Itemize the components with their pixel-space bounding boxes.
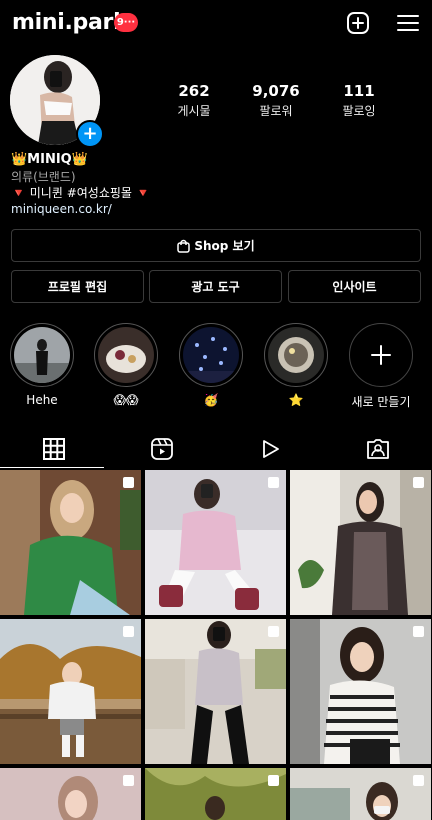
post-thumbnail[interactable] (0, 768, 141, 820)
highlight-star[interactable]: ⭐ (264, 323, 328, 407)
post-thumbnail[interactable] (0, 619, 141, 764)
multi-post-icon (268, 477, 279, 488)
menu-button[interactable] (395, 10, 421, 36)
ad-tools-button[interactable]: 광고 도구 (149, 270, 282, 303)
followers-count: 9,076 (252, 82, 300, 100)
insights-button[interactable]: 인사이트 (288, 270, 421, 303)
edit-profile-button[interactable]: 프로필 편집 (11, 270, 144, 303)
stat-following[interactable]: 111 팔로잉 (314, 82, 404, 119)
tab-tagged[interactable] (324, 432, 432, 466)
multi-post-icon (123, 775, 134, 786)
plus-square-icon (347, 12, 369, 34)
post-thumbnail[interactable] (290, 470, 431, 615)
post-thumbnail[interactable] (145, 470, 286, 615)
following-count: 111 (343, 82, 375, 100)
stat-followers[interactable]: 9,076 팔로워 (231, 82, 321, 119)
multi-post-icon (123, 477, 134, 488)
tab-grid[interactable] (0, 432, 108, 466)
highlight-cover (264, 323, 328, 387)
highlight-label: 🥳 (203, 393, 219, 407)
video-play-icon (263, 440, 279, 458)
tab-reels[interactable] (108, 432, 216, 466)
post-thumbnail[interactable] (290, 768, 431, 820)
multi-post-icon (268, 626, 279, 637)
highlight-cover (94, 323, 158, 387)
highlight-cover (10, 323, 74, 387)
posts-label: 게시물 (177, 104, 211, 118)
notification-badge[interactable]: 9··· (114, 13, 138, 32)
highlight-label: 😱😱 (113, 393, 139, 407)
new-post-button[interactable] (345, 10, 371, 36)
plus-icon: + (82, 123, 98, 144)
hamburger-menu-icon (397, 15, 419, 31)
stat-posts[interactable]: 262 게시물 (149, 82, 239, 119)
bio-text: 🔻 미니퀸 #여성쇼핑몰 🔻 (11, 186, 151, 200)
profile-username[interactable]: mini.park (12, 10, 128, 35)
bio-link[interactable]: miniqueen.co.kr/ (11, 202, 112, 216)
multi-post-icon (413, 626, 424, 637)
post-thumbnail[interactable] (145, 619, 286, 764)
reels-icon (151, 438, 173, 460)
shop-button[interactable]: Shop 보기 (11, 229, 421, 262)
posts-count: 262 (178, 82, 210, 100)
highlight-label: Hehe (26, 393, 58, 407)
tab-videos[interactable] (216, 432, 324, 466)
highlight-add (349, 323, 413, 387)
post-thumbnail[interactable] (0, 470, 141, 615)
add-story-button[interactable]: + (76, 120, 104, 148)
highlight-label: ⭐ (288, 393, 304, 407)
active-tab-indicator (0, 467, 104, 468)
plus-icon (371, 345, 391, 365)
highlight-hehe[interactable]: Hehe (10, 323, 74, 407)
following-label: 팔로잉 (342, 104, 376, 118)
new-highlight-button[interactable]: 새로 만들기 (349, 323, 413, 410)
bio-category: 의류(브랜드) (11, 170, 76, 184)
highlight-label: 새로 만들기 (351, 395, 411, 409)
multi-post-icon (413, 775, 424, 786)
followers-label: 팔로워 (259, 104, 293, 118)
multi-post-icon (268, 775, 279, 786)
shopping-bag-icon (177, 239, 191, 253)
post-thumbnail[interactable] (145, 768, 286, 820)
grid-icon (43, 438, 65, 460)
post-thumbnail[interactable] (290, 619, 431, 764)
highlight-scream[interactable]: 😱😱 (94, 323, 158, 407)
highlight-party[interactable]: 🥳 (179, 323, 243, 407)
bio-name: 👑MINIQ👑 (11, 152, 88, 167)
tagged-icon (367, 439, 389, 459)
multi-post-icon (123, 626, 134, 637)
shop-label: Shop 보기 (194, 239, 255, 253)
multi-post-icon (413, 477, 424, 488)
highlight-cover (179, 323, 243, 387)
